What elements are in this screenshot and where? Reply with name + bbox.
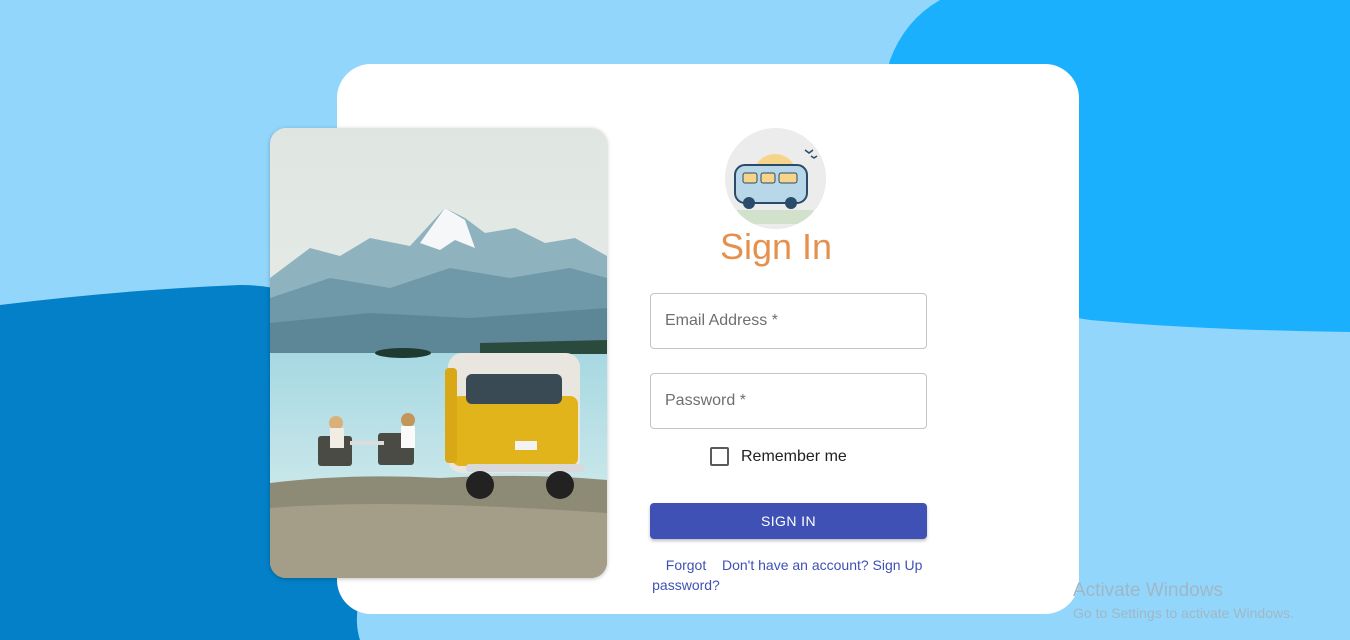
forgot-password-link[interactable]: Forgot password? [650,555,722,595]
password-input[interactable] [651,374,926,428]
tripy-camper-van-logo [725,128,826,229]
watermark-title: Activate Windows [1073,580,1223,601]
os-activation-watermark: Activate Windows Go to Settings to activ… [1073,580,1294,621]
remember-me-control[interactable]: Remember me [710,447,847,466]
email-input[interactable] [651,294,926,348]
mountain-lake-camper-photo [270,128,607,578]
email-field[interactable]: Email Address * [650,293,927,349]
page-title: Sign In [719,226,833,267]
remember-me-label: Remember me [741,447,847,465]
password-field[interactable]: Password * [650,373,927,429]
watermark-subtitle: Go to Settings to activate Windows. [1073,605,1294,621]
remember-me-checkbox[interactable] [710,447,729,466]
sign-in-button[interactable]: SIGN IN [650,503,927,539]
sign-up-link[interactable]: Don't have an account? Sign Up [722,555,922,575]
